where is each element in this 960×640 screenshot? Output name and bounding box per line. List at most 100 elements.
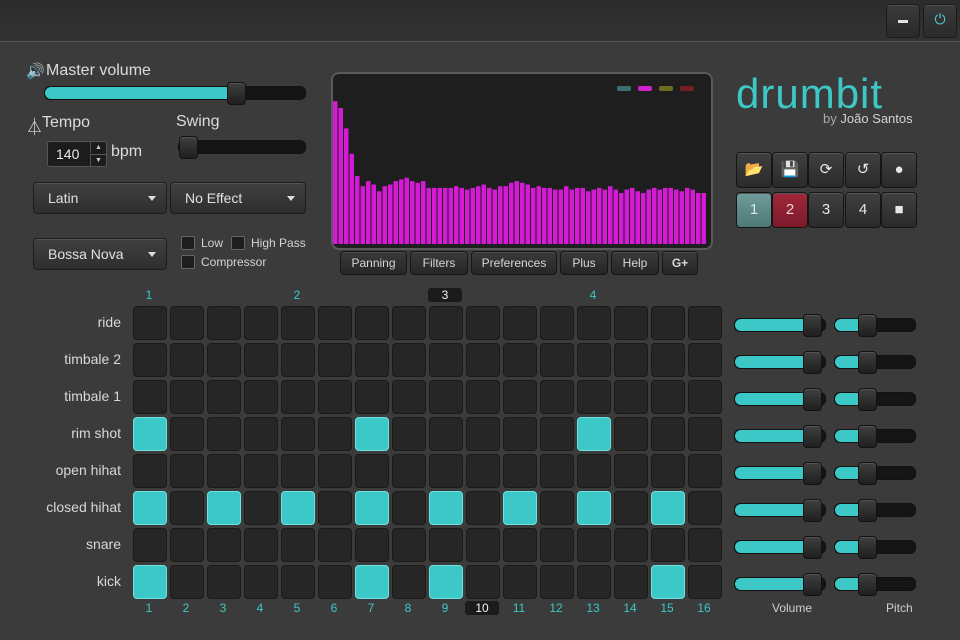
step-cell[interactable]	[651, 491, 685, 525]
master-volume-knob[interactable]	[226, 82, 246, 105]
high-pass-checkbox[interactable]	[231, 236, 245, 250]
effect-dropdown[interactable]: No Effect	[170, 182, 306, 214]
step-cell[interactable]	[540, 491, 574, 525]
pitch-knob[interactable]	[858, 351, 877, 374]
step-cell[interactable]	[170, 417, 204, 451]
step-cell[interactable]	[318, 343, 352, 377]
plus-button[interactable]: Plus	[560, 251, 608, 275]
step-cell[interactable]	[614, 306, 648, 340]
genre-dropdown[interactable]: Latin	[33, 182, 167, 214]
pitch-slider[interactable]	[834, 388, 916, 411]
step-cell[interactable]	[466, 306, 500, 340]
step-cell[interactable]	[503, 380, 537, 414]
step-cell[interactable]	[651, 306, 685, 340]
pitch-slider[interactable]	[834, 573, 916, 596]
step-cell[interactable]	[466, 528, 500, 562]
filters-button[interactable]: Filters	[410, 251, 468, 275]
step-cell[interactable]	[318, 565, 352, 599]
step-cell[interactable]	[207, 343, 241, 377]
pitch-slider[interactable]	[834, 536, 916, 559]
step-cell[interactable]	[503, 565, 537, 599]
volume-knob[interactable]	[802, 573, 822, 596]
volume-slider[interactable]	[734, 351, 826, 374]
step-cell[interactable]	[577, 565, 611, 599]
step-cell[interactable]	[503, 417, 537, 451]
swing-slider[interactable]	[178, 136, 306, 159]
power-button[interactable]: ⏻	[923, 4, 957, 38]
step-cell[interactable]	[614, 380, 648, 414]
step-cell[interactable]	[503, 306, 537, 340]
volume-slider[interactable]	[734, 536, 826, 559]
step-cell[interactable]	[244, 417, 278, 451]
step-cell[interactable]	[540, 343, 574, 377]
pitch-slider[interactable]	[834, 425, 916, 448]
step-cell[interactable]	[540, 528, 574, 562]
step-cell[interactable]	[540, 306, 574, 340]
step-cell[interactable]	[244, 491, 278, 525]
step-cell[interactable]	[577, 343, 611, 377]
step-cell[interactable]	[244, 380, 278, 414]
record-button[interactable]: ●	[881, 152, 917, 188]
pitch-slider[interactable]	[834, 462, 916, 485]
step-cell[interactable]	[651, 454, 685, 488]
step-cell[interactable]	[651, 417, 685, 451]
step-cell[interactable]	[614, 343, 648, 377]
step-cell[interactable]	[429, 491, 463, 525]
step-cell[interactable]	[688, 380, 722, 414]
pitch-slider[interactable]	[834, 351, 916, 374]
step-cell[interactable]	[577, 306, 611, 340]
step-cell[interactable]	[318, 306, 352, 340]
volume-knob[interactable]	[802, 462, 822, 485]
step-cell[interactable]	[429, 454, 463, 488]
step-cell[interactable]	[133, 417, 167, 451]
volume-slider[interactable]	[734, 425, 826, 448]
step-cell[interactable]	[466, 380, 500, 414]
tempo-down-icon[interactable]: ▼	[90, 154, 106, 166]
step-cell[interactable]	[281, 417, 315, 451]
volume-knob[interactable]	[802, 388, 822, 411]
pitch-knob[interactable]	[858, 314, 877, 337]
step-cell[interactable]	[503, 454, 537, 488]
volume-slider[interactable]	[734, 499, 826, 522]
save-button[interactable]: 💾	[772, 152, 808, 188]
step-cell[interactable]	[318, 380, 352, 414]
step-cell[interactable]	[281, 306, 315, 340]
step-cell[interactable]	[614, 417, 648, 451]
pitch-knob[interactable]	[858, 573, 877, 596]
step-cell[interactable]	[688, 454, 722, 488]
step-cell[interactable]	[392, 417, 426, 451]
volume-knob[interactable]	[802, 536, 822, 559]
step-cell[interactable]	[577, 417, 611, 451]
step-cell[interactable]	[392, 528, 426, 562]
step-cell[interactable]	[466, 343, 500, 377]
step-cell[interactable]	[170, 306, 204, 340]
pitch-knob[interactable]	[858, 462, 877, 485]
step-cell[interactable]	[688, 343, 722, 377]
step-cell[interactable]	[281, 343, 315, 377]
step-cell[interactable]	[392, 565, 426, 599]
step-cell[interactable]	[540, 417, 574, 451]
step-cell[interactable]	[207, 454, 241, 488]
step-cell[interactable]	[651, 380, 685, 414]
step-cell[interactable]	[540, 380, 574, 414]
step-cell[interactable]	[503, 343, 537, 377]
step-cell[interactable]	[355, 565, 389, 599]
pitch-knob[interactable]	[858, 499, 877, 522]
step-cell[interactable]	[133, 306, 167, 340]
step-cell[interactable]	[207, 565, 241, 599]
master-volume-slider[interactable]	[44, 82, 306, 105]
pitch-knob[interactable]	[858, 425, 877, 448]
step-cell[interactable]	[133, 454, 167, 488]
step-cell[interactable]	[429, 343, 463, 377]
step-cell[interactable]	[244, 306, 278, 340]
step-cell[interactable]	[614, 565, 648, 599]
step-cell[interactable]	[170, 454, 204, 488]
step-cell[interactable]	[318, 491, 352, 525]
step-cell[interactable]	[170, 491, 204, 525]
pitch-knob[interactable]	[858, 388, 877, 411]
pitch-slider[interactable]	[834, 499, 916, 522]
step-cell[interactable]	[207, 380, 241, 414]
step-cell[interactable]	[577, 380, 611, 414]
step-cell[interactable]	[466, 565, 500, 599]
step-cell[interactable]	[244, 528, 278, 562]
